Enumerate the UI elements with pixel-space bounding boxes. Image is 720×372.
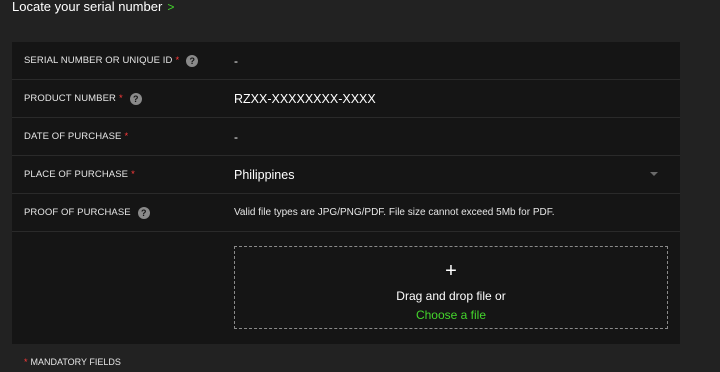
- mandatory-fields-text: MANDATORY FIELDS: [30, 357, 121, 367]
- registration-form: SERIAL NUMBER OR UNIQUE ID * ? - PRODUCT…: [12, 42, 680, 344]
- serial-number-label-text: SERIAL NUMBER OR UNIQUE ID: [24, 55, 173, 66]
- serial-number-value: -: [234, 53, 238, 68]
- chevron-down-icon[interactable]: [650, 172, 658, 176]
- drag-drop-text: Drag and drop file or: [396, 289, 506, 303]
- product-number-row: PRODUCT NUMBER * ? RZXX-XXXXXXXX-XXXX: [12, 80, 680, 118]
- mandatory-fields-note: * MANDATORY FIELDS: [24, 357, 121, 367]
- required-asterisk: *: [124, 131, 129, 142]
- date-of-purchase-row: DATE OF PURCHASE * -: [12, 118, 680, 156]
- date-of-purchase-value[interactable]: -: [234, 130, 238, 144]
- required-asterisk: *: [24, 357, 28, 367]
- place-of-purchase-select[interactable]: Philippines: [234, 168, 294, 182]
- locate-serial-number-link[interactable]: Locate your serial number >: [12, 0, 174, 14]
- serial-number-row: SERIAL NUMBER OR UNIQUE ID * ? -: [12, 42, 680, 80]
- help-icon[interactable]: ?: [129, 92, 142, 105]
- proof-of-purchase-label: PROOF OF PURCHASE ?: [24, 206, 150, 219]
- product-number-label-text: PRODUCT NUMBER: [24, 93, 117, 104]
- choose-file-link[interactable]: Choose a file: [235, 308, 667, 322]
- required-asterisk: *: [119, 93, 123, 104]
- proof-of-purchase-label-text: PROOF OF PURCHASE: [24, 207, 131, 218]
- file-type-hint: Valid file types are JPG/PNG/PDF. File s…: [234, 207, 555, 218]
- file-dropzone[interactable]: + Drag and drop file or Choose a file: [234, 246, 668, 329]
- proof-of-purchase-row: PROOF OF PURCHASE ? Valid file types are…: [12, 194, 680, 232]
- place-of-purchase-label-text: PLACE OF PURCHASE: [24, 169, 129, 180]
- required-asterisk: *: [175, 55, 180, 66]
- date-of-purchase-label: DATE OF PURCHASE *: [24, 131, 128, 142]
- product-number-value: RZXX-XXXXXXXX-XXXX: [234, 91, 376, 106]
- date-of-purchase-label-text: DATE OF PURCHASE: [24, 131, 122, 142]
- product-number-label: PRODUCT NUMBER * ?: [24, 92, 142, 105]
- chevron-right-icon: >: [167, 0, 175, 14]
- place-of-purchase-label: PLACE OF PURCHASE *: [24, 169, 135, 180]
- required-asterisk: *: [131, 169, 135, 180]
- plus-icon: +: [445, 260, 457, 282]
- locate-link-text: Locate your serial number: [12, 0, 163, 14]
- serial-number-label: SERIAL NUMBER OR UNIQUE ID * ?: [24, 54, 199, 67]
- help-icon[interactable]: ?: [137, 206, 150, 219]
- help-icon[interactable]: ?: [186, 54, 199, 67]
- place-of-purchase-row[interactable]: PLACE OF PURCHASE * Philippines: [12, 156, 680, 194]
